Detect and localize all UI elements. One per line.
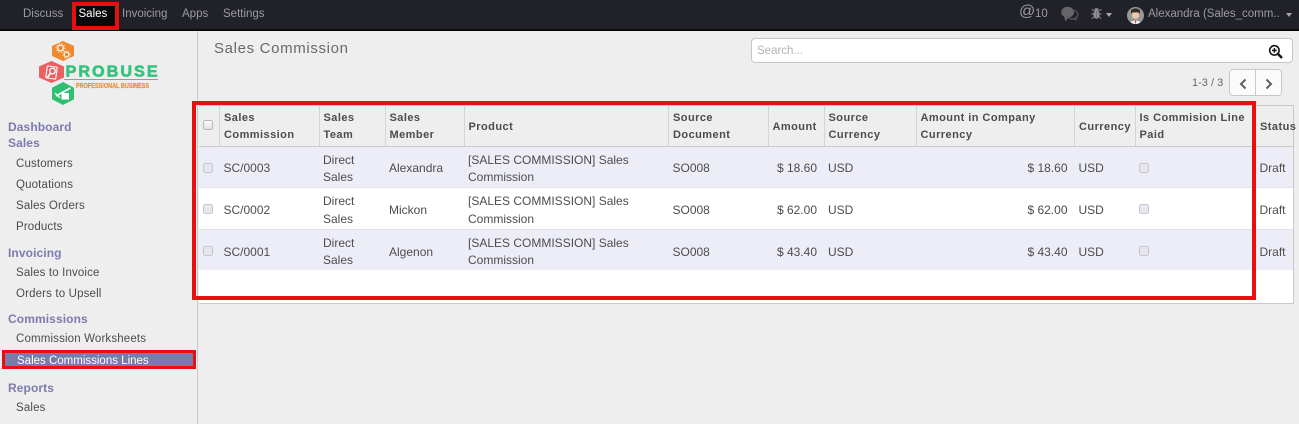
svg-text:PROFESSIONAL BUSINESS: PROFESSIONAL BUSINESS: [76, 83, 149, 90]
svg-text:PROBUSE: PROBUSE: [66, 64, 158, 81]
